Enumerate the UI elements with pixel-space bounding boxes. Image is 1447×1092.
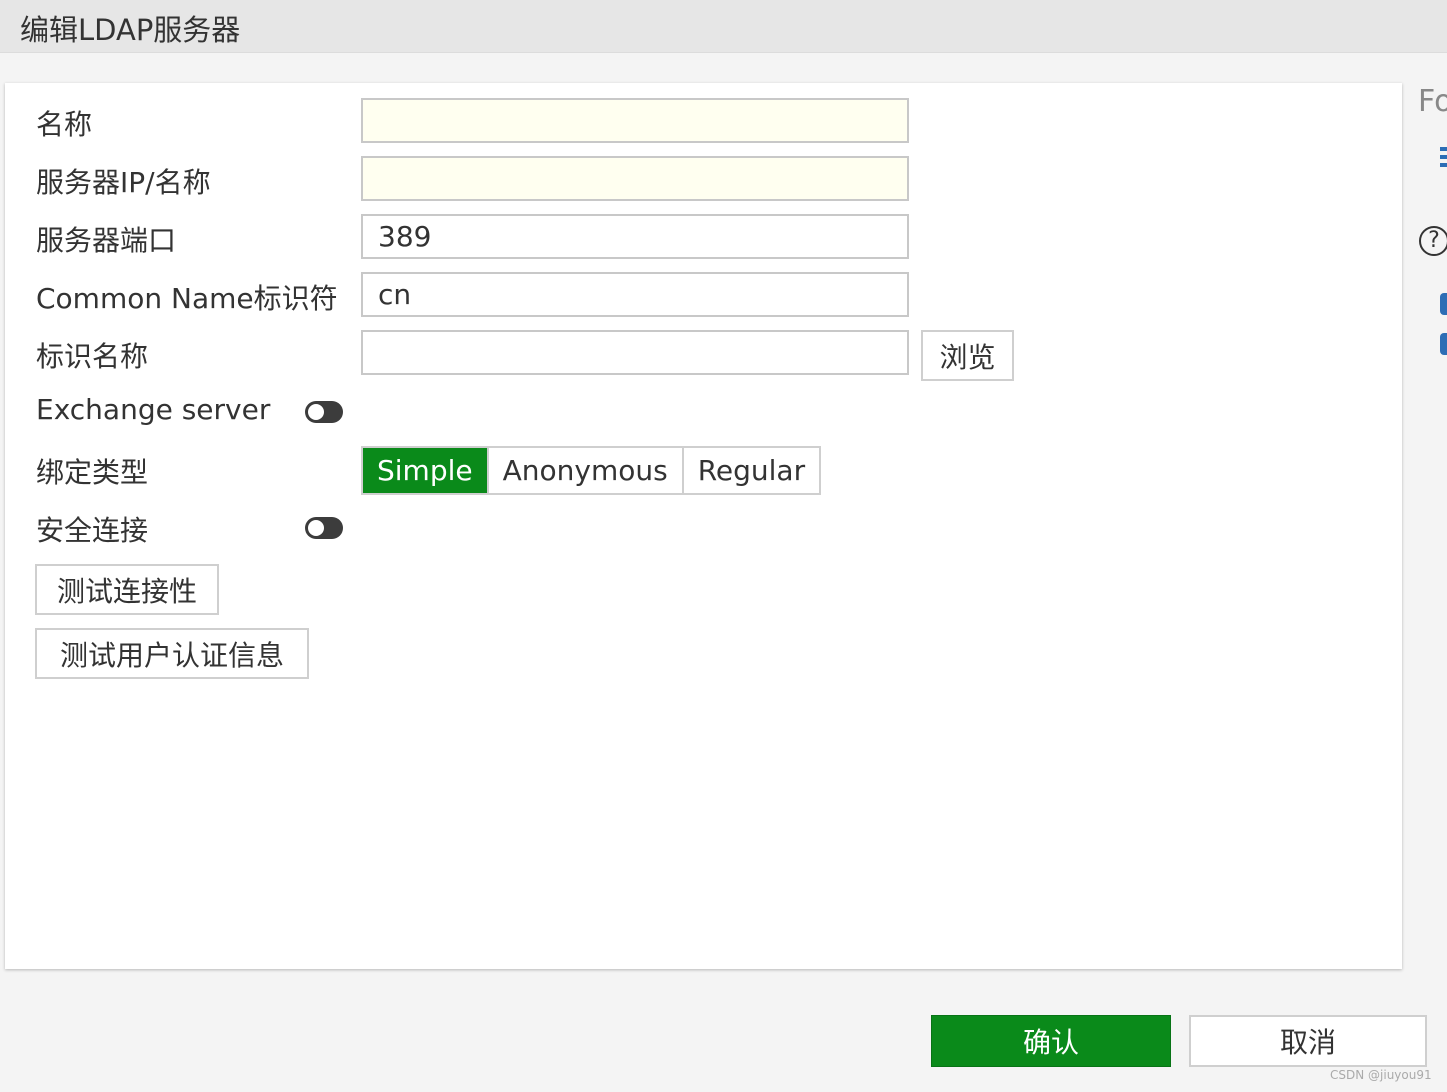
ok-button[interactable]: 确认 <box>931 1015 1171 1067</box>
dn-label: 标识名称 <box>36 340 149 373</box>
watermark: CSDN @jiuyou91 <box>1330 1068 1432 1082</box>
server-ip-input[interactable] <box>361 156 909 201</box>
server-ip-label: 服务器IP/名称 <box>36 166 211 199</box>
exchange-server-label: Exchange server <box>36 393 271 426</box>
bind-type-option-simple[interactable]: Simple <box>363 448 489 493</box>
exchange-server-toggle[interactable] <box>305 401 343 423</box>
bind-type-option-regular[interactable]: Regular <box>684 448 819 493</box>
browse-button[interactable]: 浏览 <box>921 330 1014 381</box>
name-input[interactable] <box>361 98 909 143</box>
help-icon[interactable]: ? <box>1419 226 1447 256</box>
form-panel: 名称 服务器IP/名称 服务器端口 Common Name标识符 标识名称 浏览… <box>5 83 1402 969</box>
secure-connection-label: 安全连接 <box>36 514 149 547</box>
bind-type-selector: Simple Anonymous Regular <box>361 446 822 495</box>
server-port-input[interactable] <box>361 214 909 259</box>
common-name-label: Common Name标识符 <box>36 282 338 315</box>
user-icon[interactable] <box>1440 293 1447 315</box>
test-user-credentials-button[interactable]: 测试用户认证信息 <box>35 628 309 679</box>
name-label: 名称 <box>36 108 93 141</box>
dialog-titlebar: 编辑LDAP服务器 <box>0 0 1447 53</box>
list-icon[interactable] <box>1440 147 1447 175</box>
test-connectivity-button[interactable]: 测试连接性 <box>35 564 219 615</box>
side-panel-heading: Fo <box>1418 84 1447 119</box>
badge-icon[interactable] <box>1440 333 1447 355</box>
server-port-label: 服务器端口 <box>36 224 177 257</box>
common-name-input[interactable] <box>361 272 909 317</box>
cancel-button[interactable]: 取消 <box>1189 1015 1427 1067</box>
bind-type-label: 绑定类型 <box>36 456 149 489</box>
bind-type-option-anonymous[interactable]: Anonymous <box>489 448 684 493</box>
dn-input[interactable] <box>361 330 909 375</box>
toggle-knob <box>308 404 324 420</box>
toggle-knob <box>308 520 324 536</box>
dialog-title: 编辑LDAP服务器 <box>20 13 241 47</box>
secure-connection-toggle[interactable] <box>305 517 343 539</box>
